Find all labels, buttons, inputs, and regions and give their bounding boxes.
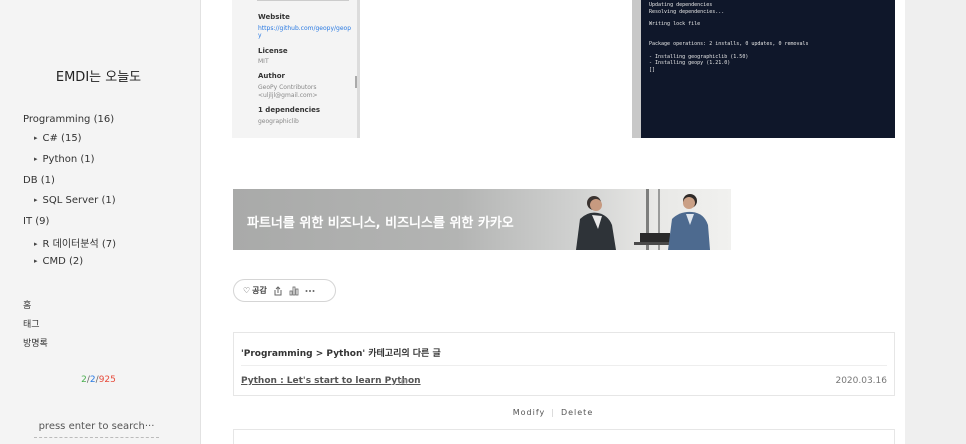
delete-link[interactable]: Delete <box>561 408 593 417</box>
terminal-line: Writing lock file <box>649 21 701 27</box>
admin-links: Modify | Delete <box>201 408 905 417</box>
heart-icon: ♡ <box>243 286 251 295</box>
share-icon[interactable] <box>273 285 283 296</box>
admin-separator: | <box>551 408 555 417</box>
ad-banner[interactable]: 파트너를 위한 비즈니스, 비즈니스를 위한 카카오 <box>233 189 731 250</box>
comment-box <box>233 429 895 444</box>
post-date: 2020.03.16 <box>835 376 887 386</box>
terminal-line: - Installing geopy (1.21.0) <box>649 60 731 66</box>
search-input[interactable] <box>34 416 159 438</box>
scrollbar <box>355 76 357 88</box>
divider <box>257 0 349 1</box>
category-it[interactable]: IT (9) <box>23 216 49 227</box>
like-button[interactable]: ♡ 공감 <box>243 285 267 296</box>
business-people-image <box>576 189 710 250</box>
more-options-icon[interactable] <box>305 286 315 296</box>
category-python[interactable]: Python (1) <box>34 154 95 165</box>
terminal-line: Updating dependencies <box>649 2 713 8</box>
category-r-data-analysis[interactable]: R 데이터분석 (7) <box>34 235 116 250</box>
terminal-screenshot: Updating dependencies Resolving dependen… <box>632 0 895 138</box>
category-db[interactable]: DB (1) <box>23 175 55 186</box>
related-posts-title: 'Programming > Python' 카테고리의 다른 글 <box>241 349 441 359</box>
author-heading: Author <box>258 72 285 80</box>
visitor-counter: 2/2/925 <box>0 375 197 385</box>
category-csharp[interactable]: C# (15) <box>34 133 82 144</box>
category-programming[interactable]: Programming (16) <box>23 114 114 125</box>
statistics-icon[interactable] <box>289 286 299 296</box>
terminal-line: Resolving dependencies... <box>649 9 725 15</box>
license-value: MIT <box>258 58 269 65</box>
divider <box>241 365 887 366</box>
comment-count: (0) <box>398 378 408 386</box>
related-posts: 'Programming > Python' 카테고리의 다른 글 Python… <box>233 332 895 396</box>
category-cmd[interactable]: CMD (2) <box>34 256 84 267</box>
menu-tags[interactable]: 태그 <box>23 317 40 330</box>
category-sql-server[interactable]: SQL Server (1) <box>34 195 116 206</box>
blog-title[interactable]: EMDI는 오늘도 <box>0 66 197 85</box>
related-post-link[interactable]: Python : Let's start to learn Python <box>241 376 421 386</box>
ad-banner-text: 파트너를 위한 비즈니스, 비즈니스를 위한 카카오 <box>247 216 514 231</box>
like-label: 공감 <box>252 286 267 295</box>
post-content: Website https://github.com/geopy/geop y … <box>201 0 905 444</box>
terminal-line: Package operations: 2 installs, 0 update… <box>649 41 809 47</box>
menu-guestbook[interactable]: 방명록 <box>23 336 48 349</box>
website-url-cont: y <box>258 32 262 39</box>
deps-heading: 1 dependencies <box>258 106 321 114</box>
terminal-cursor: [] <box>649 67 656 73</box>
author-name: GeoPy Contributors <box>258 84 317 91</box>
license-heading: License <box>258 47 288 55</box>
deps-value: geographiclib <box>258 118 299 125</box>
sidebar: EMDI는 오늘도 Programming (16) C# (15) Pytho… <box>0 0 201 444</box>
author-email: <uljljl@gmail.com> <box>258 92 318 99</box>
website-heading: Website <box>258 13 290 21</box>
reaction-bar: ♡ 공감 <box>233 279 336 302</box>
package-info-screenshot: Website https://github.com/geopy/geop y … <box>232 0 360 138</box>
modify-link[interactable]: Modify <box>513 408 546 417</box>
website-url: https://github.com/geopy/geop <box>258 25 352 32</box>
menu-home[interactable]: 홈 <box>23 298 31 311</box>
visitor-total: 925 <box>98 375 116 385</box>
